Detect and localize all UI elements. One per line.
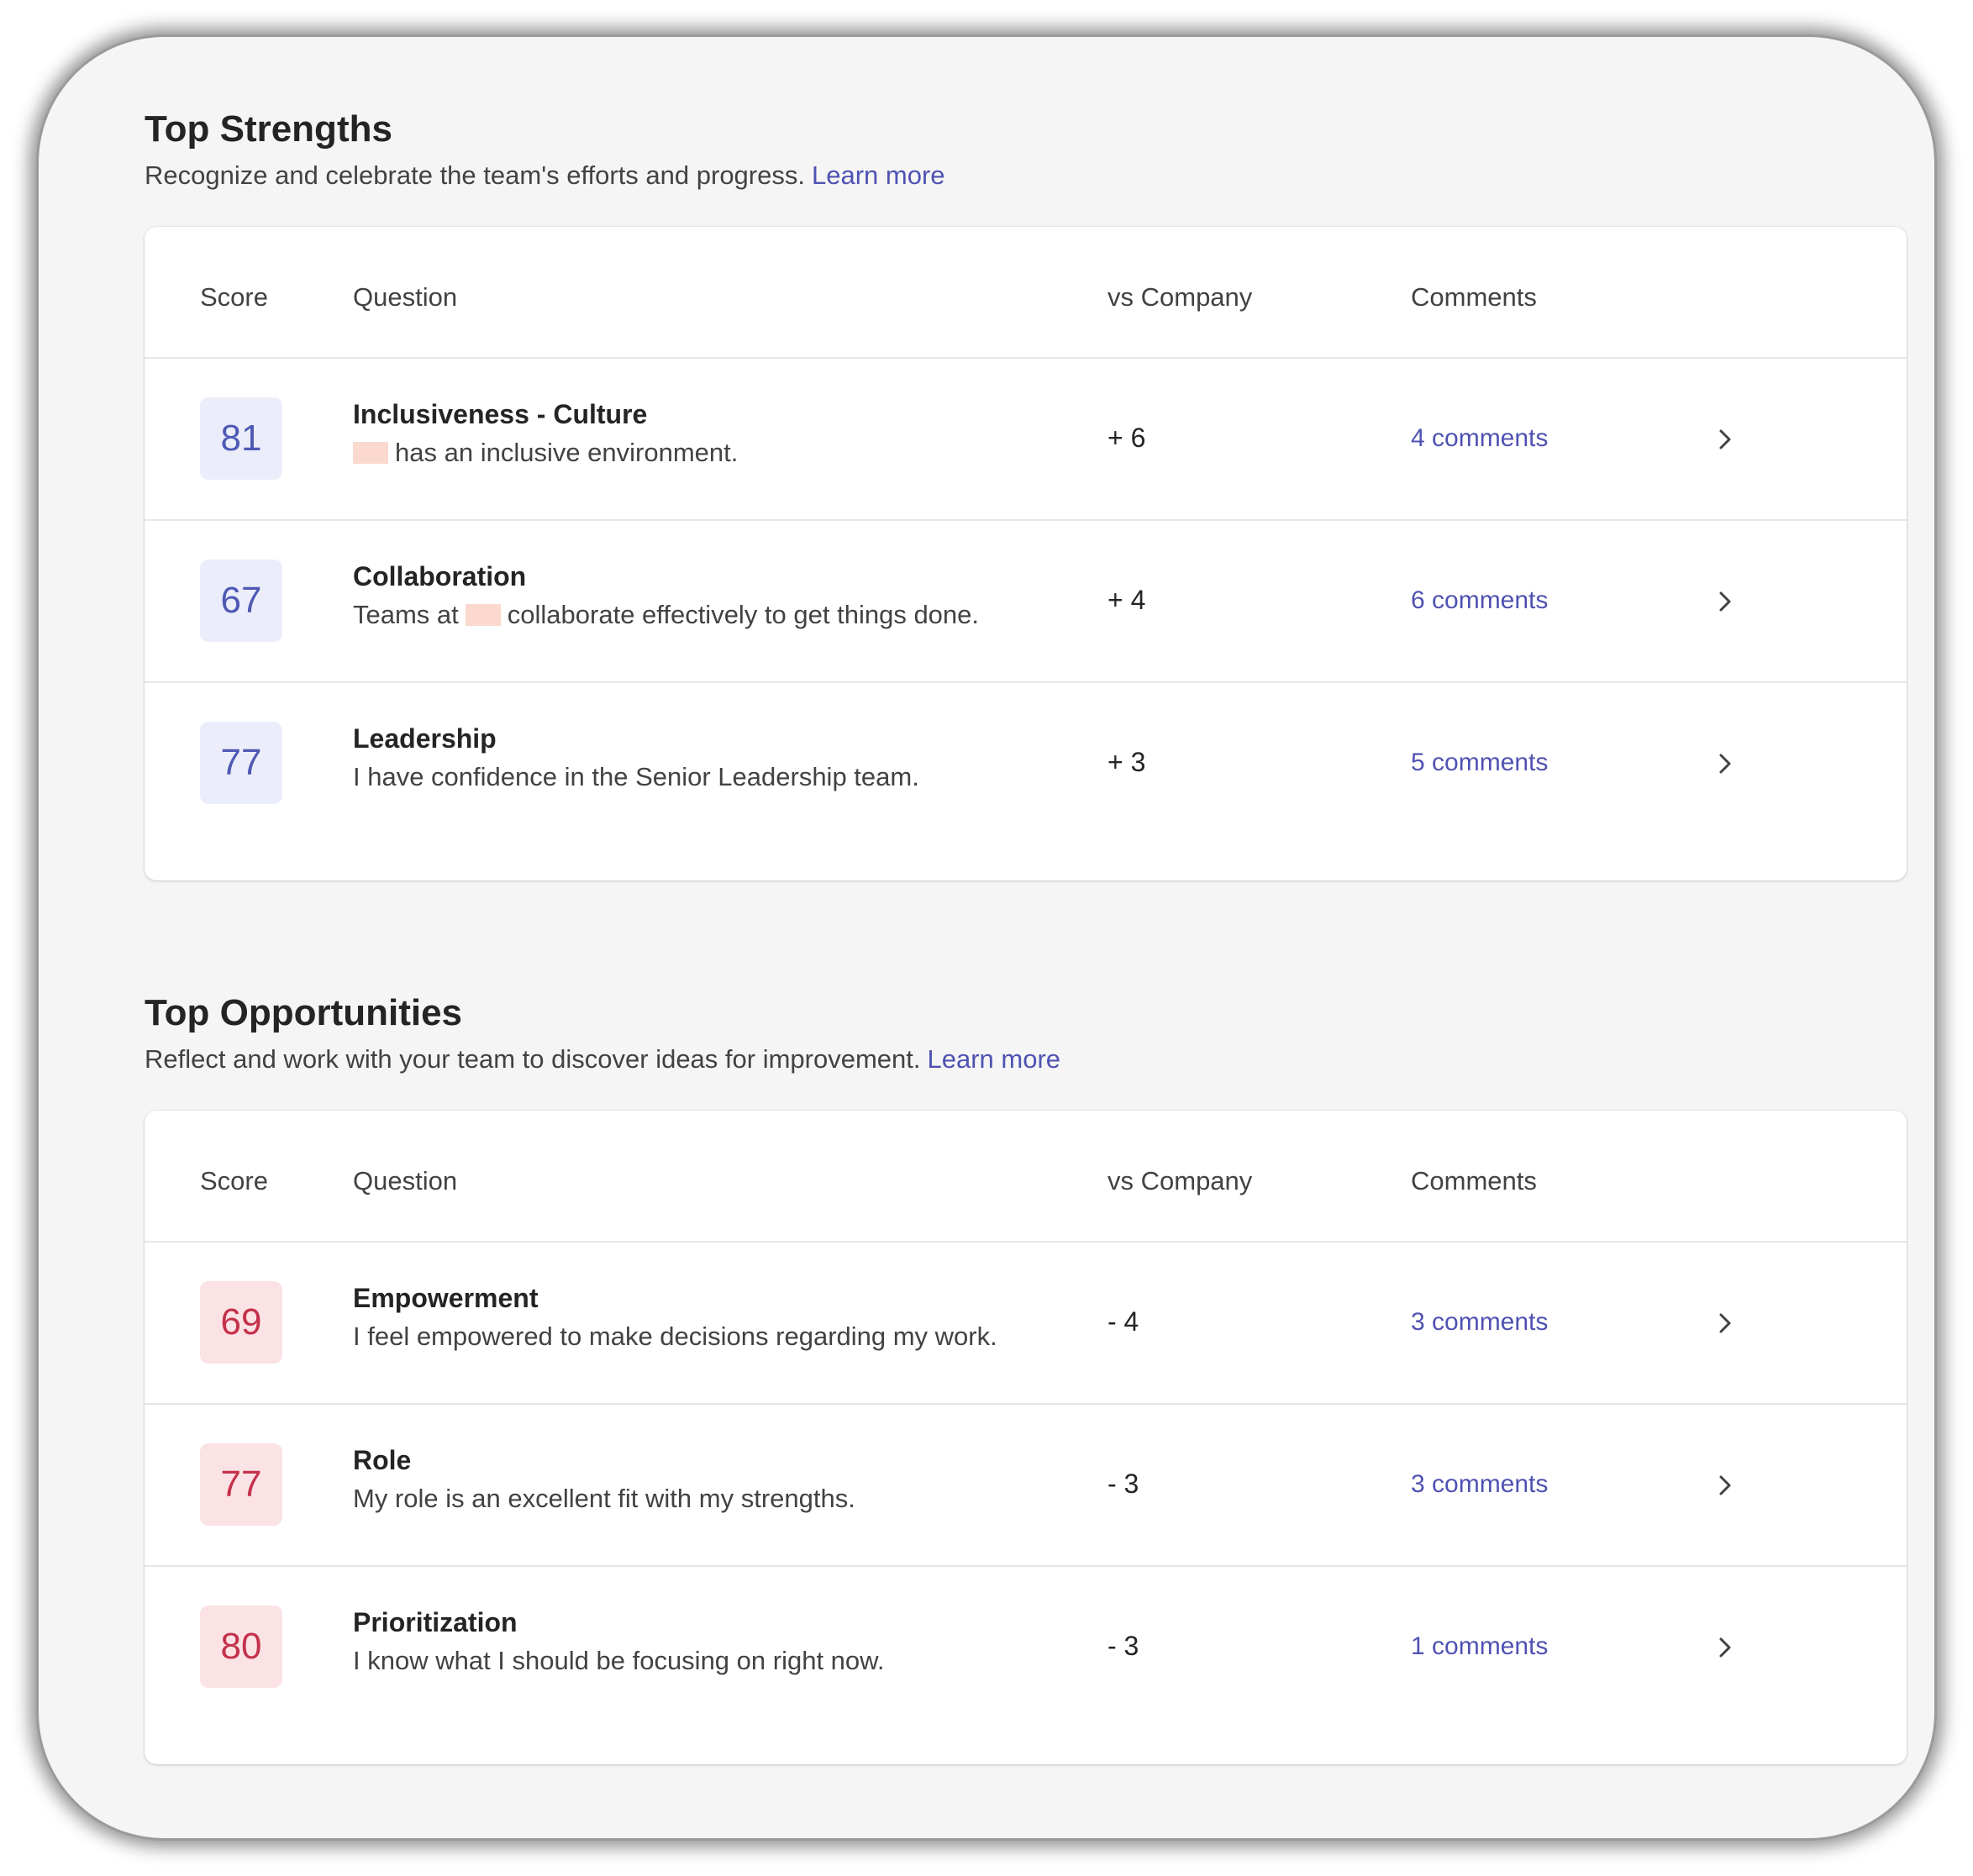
top-opportunities-section: Top Opportunities Reflect and work with … — [145, 988, 1907, 1764]
question-category: Empowerment — [353, 1283, 539, 1313]
question-text: has an inclusive environment. — [353, 438, 738, 468]
header-score: Score — [200, 1166, 268, 1195]
chevron-right-icon[interactable] — [1713, 424, 1738, 455]
question-text: I have confidence in the Senior Leadersh… — [353, 762, 919, 791]
header-question: Question — [353, 282, 458, 312]
score-badge: 77 — [200, 1443, 282, 1526]
question-category: Leadership — [353, 723, 497, 754]
comments-link[interactable]: 6 comments — [1411, 586, 1548, 615]
table-header: Score Question vs Company Comments — [145, 227, 1907, 359]
header-comments: Comments — [1411, 1166, 1537, 1195]
header-vs-company: vs Company — [1108, 1166, 1253, 1195]
comments-link[interactable]: 5 comments — [1411, 749, 1548, 777]
table-header: Score Question vs Company Comments — [145, 1111, 1907, 1243]
header-vs-company: vs Company — [1108, 282, 1253, 312]
vs-company-delta: + 4 — [1108, 585, 1146, 615]
table-row[interactable]: 80 Prioritization I know what I should b… — [145, 1567, 1907, 1727]
question-category: Inclusiveness - Culture — [353, 399, 648, 429]
section-title: Top Strengths — [145, 108, 392, 150]
score-badge: 81 — [200, 397, 282, 480]
strengths-table: Score Question vs Company Comments 81 In… — [145, 227, 1907, 880]
redacted-text — [465, 604, 501, 626]
learn-more-link[interactable]: Learn more — [928, 1044, 1061, 1074]
table-row[interactable]: 77 Leadership I have confidence in the S… — [145, 683, 1907, 843]
question-text: My role is an excellent fit with my stre… — [353, 1484, 855, 1513]
vs-company-delta: + 6 — [1108, 423, 1146, 453]
opportunities-table: Score Question vs Company Comments 69 Em… — [145, 1111, 1907, 1764]
question-category: Role — [353, 1445, 412, 1475]
score-badge: 77 — [200, 722, 282, 804]
question-text: Teams at collaborate effectively to get t… — [353, 600, 979, 630]
question-text-after: collaborate effectively to get things do… — [507, 600, 980, 629]
section-subtitle: Reflect and work with your team to disco… — [145, 1040, 1907, 1079]
chevron-right-icon[interactable] — [1713, 749, 1738, 779]
score-badge: 80 — [200, 1605, 282, 1688]
chevron-right-icon[interactable] — [1713, 1308, 1738, 1338]
vs-company-delta: - 4 — [1108, 1306, 1139, 1337]
table-row[interactable]: 69 Empowerment I feel empowered to make … — [145, 1243, 1907, 1405]
question-category: Collaboration — [353, 561, 527, 591]
comments-link[interactable]: 3 comments — [1411, 1470, 1548, 1499]
app-frame: Top Strengths Recognize and celebrate th… — [39, 37, 1934, 1838]
header-score: Score — [200, 282, 268, 312]
question-text: I feel empowered to make decisions regar… — [353, 1322, 997, 1351]
score-badge: 69 — [200, 1281, 282, 1364]
header-comments: Comments — [1411, 282, 1537, 312]
question-category: Prioritization — [353, 1607, 518, 1637]
comments-link[interactable]: 1 comments — [1411, 1632, 1548, 1661]
chevron-right-icon[interactable] — [1713, 586, 1738, 617]
top-strengths-section: Top Strengths Recognize and celebrate th… — [145, 104, 1907, 880]
chevron-right-icon[interactable] — [1713, 1470, 1738, 1500]
question-text-after: has an inclusive environment. — [395, 438, 739, 467]
table-row[interactable]: 67 Collaboration Teams at collaborate eff… — [145, 521, 1907, 683]
comments-link[interactable]: 3 comments — [1411, 1308, 1548, 1337]
section-subtitle: Recognize and celebrate the team's effor… — [145, 156, 1907, 195]
chevron-right-icon[interactable] — [1713, 1632, 1738, 1663]
section-title: Top Opportunities — [145, 992, 463, 1033]
vs-company-delta: - 3 — [1108, 1631, 1139, 1661]
question-text-before: Teams at — [353, 600, 459, 629]
header-question: Question — [353, 1166, 458, 1195]
table-row[interactable]: 81 Inclusiveness - Culture has an inclus… — [145, 359, 1907, 521]
redacted-text — [353, 442, 388, 464]
question-text: I know what I should be focusing on righ… — [353, 1646, 885, 1675]
score-badge: 67 — [200, 560, 282, 642]
vs-company-delta: - 3 — [1108, 1469, 1139, 1499]
table-row[interactable]: 77 Role My role is an excellent fit with… — [145, 1405, 1907, 1567]
section-subtitle-text: Recognize and celebrate the team's effor… — [145, 160, 805, 190]
comments-link[interactable]: 4 comments — [1411, 424, 1548, 453]
learn-more-link[interactable]: Learn more — [812, 160, 945, 190]
section-subtitle-text: Reflect and work with your team to disco… — [145, 1044, 921, 1074]
vs-company-delta: + 3 — [1108, 747, 1146, 777]
